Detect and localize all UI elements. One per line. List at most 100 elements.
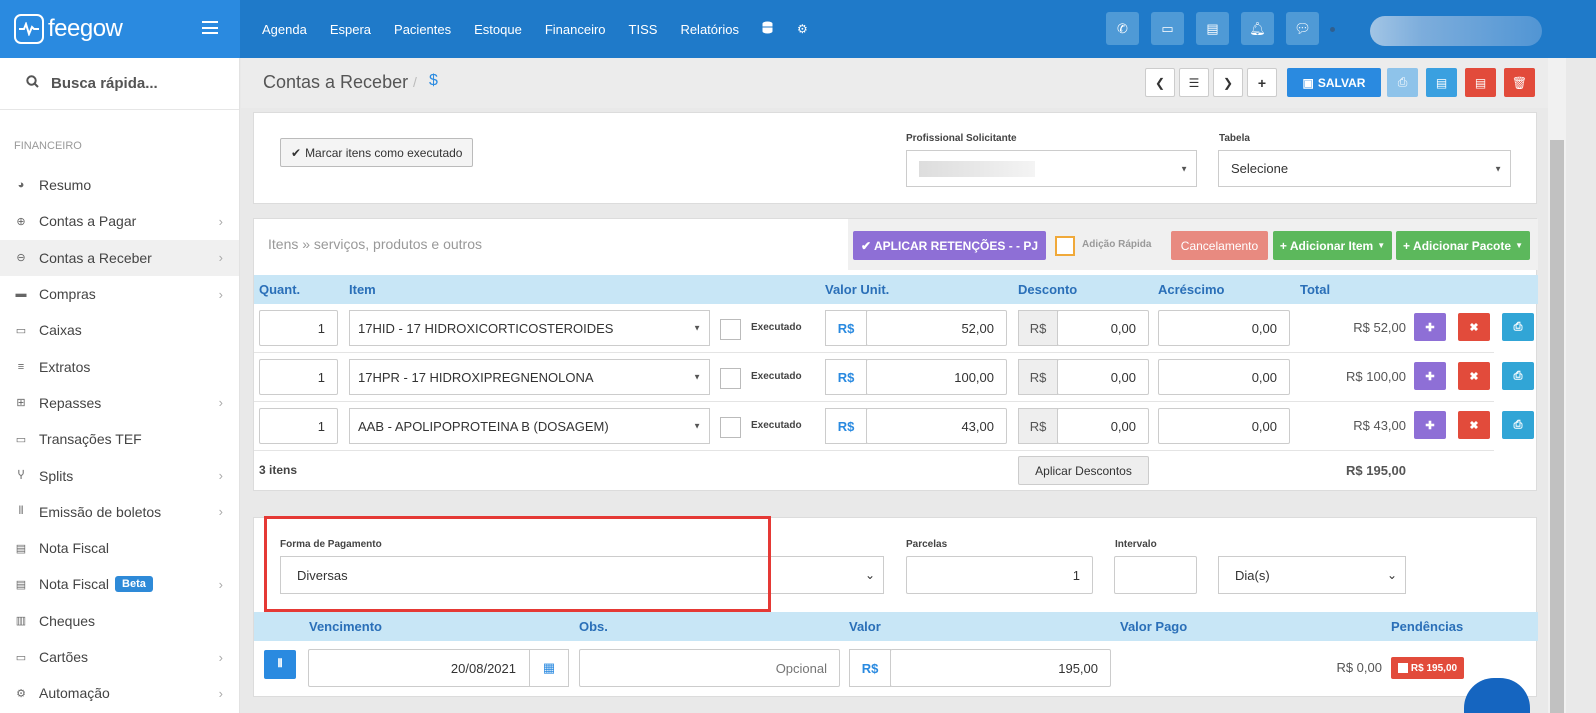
brand[interactable]: feegow <box>0 0 240 58</box>
phone-icon[interactable]: ✆ <box>1106 12 1139 45</box>
qty-input[interactable]: 1 <box>259 408 338 444</box>
medical-kit-button[interactable]: ✚ <box>1414 362 1446 390</box>
chevron-right-icon: › <box>218 213 223 229</box>
item-select[interactable]: 17HPR - 17 HIDROXIPREGNENOLONA ▼ <box>349 359 710 395</box>
sidebar-item[interactable]: ≡ Extratos <box>0 348 239 384</box>
executed-checkbox[interactable] <box>720 319 741 340</box>
document-button[interactable]: ▤ <box>1426 68 1457 97</box>
currency-label: R$ <box>861 660 879 676</box>
print-item-button[interactable]: ⎙ <box>1502 313 1534 341</box>
sidebar-item[interactable]: ⊕ Contas a Pagar › <box>0 203 239 239</box>
brand-name: feegow <box>48 15 123 42</box>
sidebar-item[interactable]: ▭ Cartões › <box>0 639 239 675</box>
sidebar-item[interactable]: ▭ Transações TEF <box>0 421 239 457</box>
qty-value: 1 <box>317 320 325 336</box>
list-button[interactable]: ☰ <box>1179 68 1209 97</box>
add-package-button[interactable]: + Adicionar Pacote ▼ <box>1396 231 1530 260</box>
tabela-select[interactable]: Selecione ▼ <box>1218 150 1511 187</box>
add-item-button[interactable]: + Adicionar Item ▼ <box>1273 231 1392 260</box>
obs-input[interactable] <box>579 649 840 687</box>
unit-value-input[interactable]: 43,00 <box>866 408 1007 444</box>
executed-checkbox[interactable] <box>720 417 741 438</box>
sidebar-item[interactable]: ⚙ Automação › <box>0 675 239 711</box>
breadcrumb-separator: / <box>413 74 417 90</box>
hamburger-menu-icon[interactable] <box>202 21 218 34</box>
prev-button[interactable]: ❮ <box>1145 68 1175 97</box>
remove-item-button[interactable]: ✖ <box>1458 362 1490 390</box>
addition-input[interactable]: 0,00 <box>1158 408 1290 444</box>
sidebar-item[interactable]: ▭ Caixas <box>0 312 239 348</box>
qty-input[interactable]: 1 <box>259 359 338 395</box>
sidebar-item[interactable]: ▬ Compras › <box>0 276 239 312</box>
calendar-icon[interactable]: ▦ <box>529 649 569 687</box>
mark-executed-button[interactable]: ✔ Marcar itens como executado <box>280 138 474 167</box>
quick-add-checkbox[interactable] <box>1055 236 1075 256</box>
sidebar-item[interactable]: ⦀ Emissão de boletos › <box>0 494 239 530</box>
apply-retentions-button[interactable]: ✔ APLICAR RETENÇÕES - - PJ <box>853 231 1046 260</box>
installments-input[interactable]: 1 <box>906 556 1093 594</box>
next-button[interactable]: ❯ <box>1213 68 1243 97</box>
bell-icon[interactable]: 🔔︎ <box>1241 12 1274 45</box>
sidebar-item[interactable]: ◕ Resumo <box>0 167 239 203</box>
sidebar-item[interactable]: ▥ Cheques <box>0 603 239 639</box>
sidebar-item[interactable]: ⊖ Contas a Receber › <box>0 239 239 276</box>
print-item-button[interactable]: ⎙ <box>1502 362 1534 390</box>
qty-input[interactable]: 1 <box>259 310 338 346</box>
apply-discounts-button[interactable]: Aplicar Descontos <box>1018 456 1149 485</box>
nav-relatorios[interactable]: Relatórios <box>680 22 739 37</box>
header-buttons: ❮ ☰ ❯ + ▣ SALVAR ⎙ ▤ ▤ 🗑︎ <box>1145 68 1543 97</box>
item-select[interactable]: 17HID - 17 HIDROXICORTICOSTEROIDES ▼ <box>349 310 710 346</box>
print-icon: ⎙ <box>1513 320 1523 333</box>
add-button[interactable]: + <box>1247 68 1277 97</box>
pending-badge[interactable]: R$ 195,00 <box>1391 657 1464 679</box>
interval-unit-select[interactable]: Dia(s) ⌄ <box>1218 556 1406 594</box>
gear-icon[interactable]: ⚙ <box>797 22 808 36</box>
medical-kit-button[interactable]: ✚ <box>1414 411 1446 439</box>
item-select[interactable]: AAB - APOLIPOPROTEINA B (DOSAGEM) ▼ <box>349 408 710 444</box>
discount-input[interactable]: 0,00 <box>1057 310 1149 346</box>
save-button[interactable]: ▣ SALVAR <box>1287 68 1381 97</box>
remove-item-button[interactable]: ✖ <box>1458 313 1490 341</box>
print-item-button[interactable]: ⎙ <box>1502 411 1534 439</box>
nav-agenda[interactable]: Agenda <box>262 22 307 37</box>
cancel-button[interactable]: Cancelamento <box>1171 231 1268 260</box>
sidebar-item[interactable]: Ⴤ Splits › <box>0 457 239 493</box>
discount-input[interactable]: 0,00 <box>1057 359 1149 395</box>
medical-kit-button[interactable]: ✚ <box>1414 313 1446 341</box>
database-icon[interactable] <box>762 21 773 37</box>
sidebar-item[interactable]: ⊞ Repasses › <box>0 385 239 421</box>
card-icon[interactable]: ▤ <box>1196 12 1229 45</box>
nav-estoque[interactable]: Estoque <box>474 22 522 37</box>
discount-input[interactable]: 0,00 <box>1057 408 1149 444</box>
delete-button[interactable]: 🗑︎ <box>1504 68 1535 97</box>
chat-icon[interactable]: 💬︎ <box>1286 12 1319 45</box>
nav-financeiro[interactable]: Financeiro <box>545 22 606 37</box>
print-button[interactable]: ⎙ <box>1387 68 1418 97</box>
remove-item-button[interactable]: ✖ <box>1458 411 1490 439</box>
installment-value-input[interactable]: 195,00 <box>890 649 1111 687</box>
sidebar-item-label: Caixas <box>39 322 82 339</box>
profissional-select[interactable]: ▼ <box>906 150 1197 187</box>
barcode-button[interactable]: ⦀ <box>264 650 296 679</box>
nav-espera[interactable]: Espera <box>330 22 371 37</box>
qty-value: 1 <box>317 369 325 385</box>
scrollbar-thumb[interactable] <box>1550 140 1564 713</box>
sidebar-item[interactable]: ▤ Nota Fiscal Beta › <box>0 566 239 602</box>
executed-checkbox[interactable] <box>720 368 741 389</box>
sidebar-item[interactable]: ▤ Nota Fiscal <box>0 530 239 566</box>
unit-value-input[interactable]: 52,00 <box>866 310 1007 346</box>
nav-tiss[interactable]: TISS <box>629 22 658 37</box>
quick-search[interactable]: Busca rápida... <box>0 58 239 110</box>
pdf-button[interactable]: ▤ <box>1465 68 1496 97</box>
user-menu[interactable] <box>1370 16 1542 46</box>
interval-input[interactable] <box>1114 556 1197 594</box>
installments-table-header: Vencimento Obs. Valor Valor Pago Pendênc… <box>254 612 1538 641</box>
chevron-right-icon: › <box>218 286 223 302</box>
unit-value-input[interactable]: 100,00 <box>866 359 1007 395</box>
chat-widget-button[interactable] <box>1464 678 1530 713</box>
nav-pacientes[interactable]: Pacientes <box>394 22 451 37</box>
addition-input[interactable]: 0,00 <box>1158 310 1290 346</box>
plus-icon: + <box>1257 74 1267 91</box>
inbox-icon[interactable]: ▭ <box>1151 12 1184 45</box>
addition-input[interactable]: 0,00 <box>1158 359 1290 395</box>
